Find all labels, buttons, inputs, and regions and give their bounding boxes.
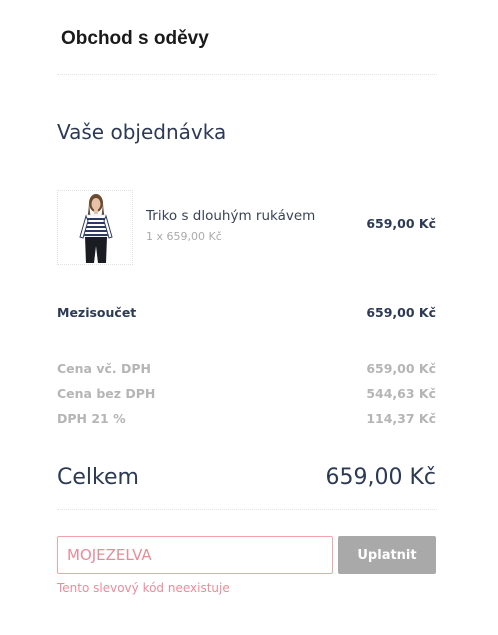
- product-photo-icon: [79, 194, 113, 263]
- total-value: 659,00 Kč: [325, 465, 437, 490]
- product-image: [57, 190, 133, 265]
- order-heading: Vaše objednávka: [57, 120, 227, 144]
- total-row: Celkem 659,00 Kč: [57, 465, 436, 490]
- price-incl-vat-label: Cena vč. DPH: [57, 361, 151, 376]
- product-price: 659,00 Kč: [366, 216, 436, 231]
- total-label: Celkem: [57, 465, 139, 490]
- coupon-error-message: Tento slevový kód neexistuje: [57, 581, 230, 595]
- product-quantity: 1 x 659,00 Kč: [146, 230, 222, 243]
- price-excl-vat-value: 544,63 Kč: [366, 386, 436, 401]
- coupon-input[interactable]: [57, 536, 333, 574]
- subtotal-row: Mezisoučet 659,00 Kč: [57, 305, 436, 320]
- subtotal-label: Mezisoučet: [57, 305, 137, 320]
- product-name: Triko s dlouhým rukávem: [146, 208, 316, 224]
- price-excl-vat-row: Cena bez DPH 544,63 Kč: [57, 386, 436, 401]
- vat-label: DPH 21 %: [57, 411, 126, 426]
- total-divider: [57, 509, 437, 510]
- subtotal-value: 659,00 Kč: [366, 305, 436, 320]
- header-divider: [57, 74, 437, 75]
- price-incl-vat-value: 659,00 Kč: [366, 361, 436, 376]
- price-incl-vat-row: Cena vč. DPH 659,00 Kč: [57, 361, 436, 376]
- price-excl-vat-label: Cena bez DPH: [57, 386, 156, 401]
- apply-coupon-button[interactable]: Uplatnit: [338, 536, 436, 574]
- vat-value: 114,37 Kč: [366, 411, 436, 426]
- shop-title: Obchod s oděvy: [61, 28, 209, 49]
- vat-row: DPH 21 % 114,37 Kč: [57, 411, 436, 426]
